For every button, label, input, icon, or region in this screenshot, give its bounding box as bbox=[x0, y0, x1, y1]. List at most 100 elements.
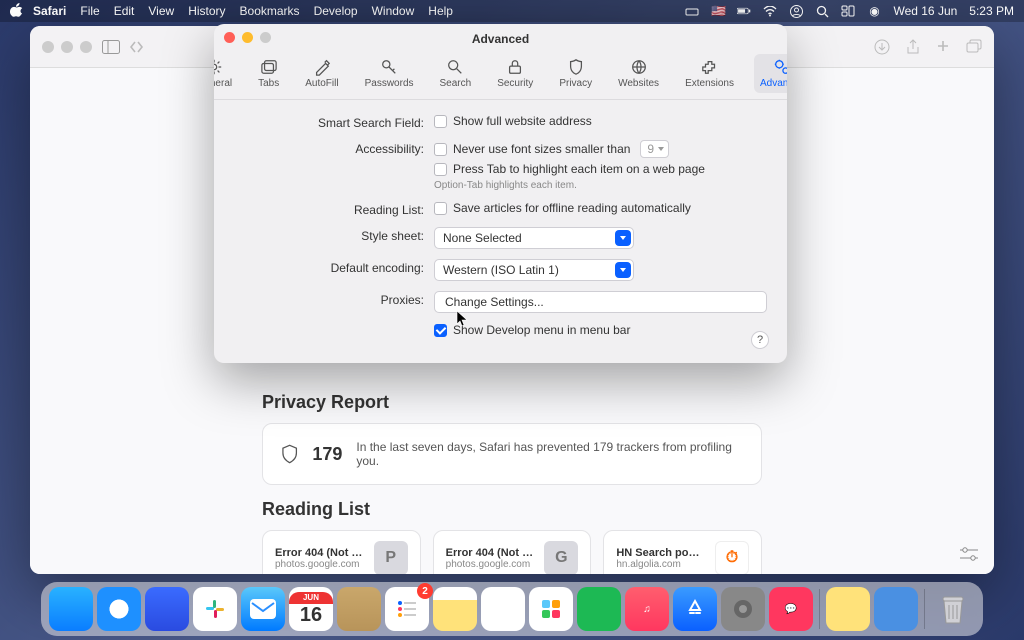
status-indicator-icon[interactable] bbox=[685, 4, 699, 18]
reading-list-title: Reading List bbox=[262, 499, 762, 520]
dock-reminders-icon[interactable] bbox=[385, 587, 429, 631]
siri-icon[interactable]: ◉ bbox=[867, 4, 881, 18]
label-encoding: Default encoding: bbox=[234, 259, 434, 275]
menu-window[interactable]: Window bbox=[372, 4, 415, 18]
dock-preview-icon[interactable] bbox=[874, 587, 918, 631]
select-encoding[interactable]: Western (ISO Latin 1) bbox=[434, 259, 634, 281]
apple-menu-icon[interactable] bbox=[10, 3, 23, 20]
prefs-body: Smart Search Field: Show full website ad… bbox=[214, 100, 787, 363]
dock-app-icon[interactable]: ✎ bbox=[481, 587, 525, 631]
hint-option-tab: Option-Tab highlights each item. bbox=[434, 180, 767, 191]
dock-slack-icon[interactable] bbox=[193, 587, 237, 631]
label-reading-list: Reading List: bbox=[234, 201, 434, 217]
flag-icon[interactable]: 🇺🇸 bbox=[711, 4, 725, 18]
dock-mail-icon[interactable] bbox=[241, 587, 285, 631]
dock-notes-icon[interactable] bbox=[433, 587, 477, 631]
download-icon[interactable] bbox=[874, 39, 890, 55]
select-stylesheet[interactable]: None Selected bbox=[434, 227, 634, 249]
menu-bookmarks[interactable]: Bookmarks bbox=[240, 4, 300, 18]
dock-contacts-icon[interactable] bbox=[337, 587, 381, 631]
tab-tabs[interactable]: Tabs bbox=[252, 54, 285, 93]
menubar-time[interactable]: 5:23 PM bbox=[969, 4, 1014, 18]
menu-develop[interactable]: Develop bbox=[314, 4, 358, 18]
menu-edit[interactable]: Edit bbox=[114, 4, 135, 18]
dock-app-icon[interactable]: 💬 bbox=[769, 587, 813, 631]
checkbox-show-full-url[interactable] bbox=[434, 115, 447, 128]
prefs-traffic-lights[interactable] bbox=[224, 32, 271, 43]
window-traffic-lights[interactable] bbox=[42, 41, 92, 53]
reading-list-item[interactable]: Error 404 (Not Found)!!1photos.google.co… bbox=[433, 530, 592, 574]
control-center-icon[interactable] bbox=[841, 4, 855, 18]
reading-list-row: Error 404 (Not Found)!!1photos.google.co… bbox=[262, 530, 762, 574]
dock-calendar-icon[interactable]: JUN16 bbox=[289, 587, 333, 631]
dock-stickies-icon[interactable] bbox=[826, 587, 870, 631]
dock-settings-icon[interactable] bbox=[721, 587, 765, 631]
reading-list-item[interactable]: HN Search powered by Algoliahn.algolia.c… bbox=[603, 530, 762, 574]
checkbox-font-size[interactable] bbox=[434, 143, 447, 156]
label-smart-search: Smart Search Field: bbox=[234, 114, 434, 130]
tab-search[interactable]: Search bbox=[434, 54, 478, 93]
tracker-count: 179 bbox=[312, 444, 342, 465]
dock-app-icon[interactable] bbox=[529, 587, 573, 631]
sidebar-toggle-icon[interactable] bbox=[102, 40, 120, 54]
customize-start-page-icon[interactable] bbox=[958, 546, 980, 562]
button-change-proxy[interactable]: Change Settings... bbox=[434, 291, 767, 313]
dock-finder-icon[interactable] bbox=[49, 587, 93, 631]
shield-icon bbox=[281, 444, 298, 464]
dock-separator bbox=[924, 589, 925, 629]
dock-music-icon[interactable]: ♫ bbox=[625, 587, 669, 631]
spotlight-icon[interactable] bbox=[815, 4, 829, 18]
dock-spotify-icon[interactable] bbox=[577, 587, 621, 631]
menubar-right: 🇺🇸 ◉ Wed 16 Jun 5:23 PM bbox=[685, 4, 1014, 18]
menu-help[interactable]: Help bbox=[428, 4, 453, 18]
thumbnail-icon: P bbox=[374, 541, 408, 574]
battery-icon[interactable] bbox=[737, 4, 751, 18]
safari-preferences-window: Advanced General Tabs AutoFill Passwords… bbox=[214, 24, 787, 363]
tracker-text: In the last seven days, Safari has preve… bbox=[356, 440, 743, 468]
dock-signal-icon[interactable] bbox=[145, 587, 189, 631]
share-icon[interactable] bbox=[906, 39, 920, 55]
thumbnail-icon: G bbox=[544, 541, 578, 574]
dock: JUN16 ✎ ♫ 💬 bbox=[41, 582, 983, 636]
tab-autofill[interactable]: AutoFill bbox=[299, 54, 344, 93]
stepper-font-size[interactable]: 9 bbox=[640, 140, 669, 158]
chevron-updown-icon bbox=[615, 230, 631, 246]
label-accessibility: Accessibility: bbox=[234, 140, 434, 156]
dock-safari-icon[interactable] bbox=[97, 587, 141, 631]
tab-passwords[interactable]: Passwords bbox=[359, 54, 420, 93]
tab-security[interactable]: Security bbox=[491, 54, 539, 93]
tabs-icon[interactable] bbox=[966, 39, 982, 55]
tab-privacy[interactable]: Privacy bbox=[553, 54, 598, 93]
app-name[interactable]: Safari bbox=[33, 4, 66, 18]
user-icon[interactable] bbox=[789, 4, 803, 18]
tab-advanced[interactable]: Advanced bbox=[754, 54, 787, 93]
label-stylesheet: Style sheet: bbox=[234, 227, 434, 243]
wifi-icon[interactable] bbox=[763, 4, 777, 18]
prefs-tabs: General Tabs AutoFill Passwords Search S… bbox=[214, 46, 787, 100]
menu-view[interactable]: View bbox=[148, 4, 174, 18]
help-icon[interactable]: ? bbox=[751, 331, 769, 349]
dock-appstore-icon[interactable] bbox=[673, 587, 717, 631]
privacy-report-card[interactable]: 179 In the last seven days, Safari has p… bbox=[262, 423, 762, 485]
back-forward-icon[interactable] bbox=[130, 40, 154, 54]
checkbox-tab-highlight[interactable] bbox=[434, 163, 447, 176]
chevron-updown-icon bbox=[615, 262, 631, 278]
tab-extensions[interactable]: Extensions bbox=[679, 54, 740, 93]
macos-menubar: Safari File Edit View History Bookmarks … bbox=[0, 0, 1024, 22]
thumbnail-icon: ⏱ bbox=[715, 541, 749, 574]
tab-general[interactable]: General bbox=[214, 54, 238, 93]
new-tab-icon[interactable] bbox=[936, 39, 950, 55]
tab-websites[interactable]: Websites bbox=[612, 54, 665, 93]
dock-separator bbox=[819, 589, 820, 629]
checkbox-offline-reading[interactable] bbox=[434, 202, 447, 215]
checkbox-develop-menu[interactable] bbox=[434, 324, 447, 337]
menu-history[interactable]: History bbox=[188, 4, 225, 18]
menubar-date[interactable]: Wed 16 Jun bbox=[893, 4, 957, 18]
privacy-report-title: Privacy Report bbox=[262, 392, 762, 413]
label-proxies: Proxies: bbox=[234, 291, 434, 307]
menu-file[interactable]: File bbox=[80, 4, 99, 18]
reading-list-item[interactable]: Error 404 (Not Found)!!1photos.google.co… bbox=[262, 530, 421, 574]
prefs-title: Advanced bbox=[472, 32, 529, 46]
prefs-titlebar: Advanced bbox=[214, 24, 787, 46]
dock-trash-icon[interactable] bbox=[931, 587, 975, 631]
